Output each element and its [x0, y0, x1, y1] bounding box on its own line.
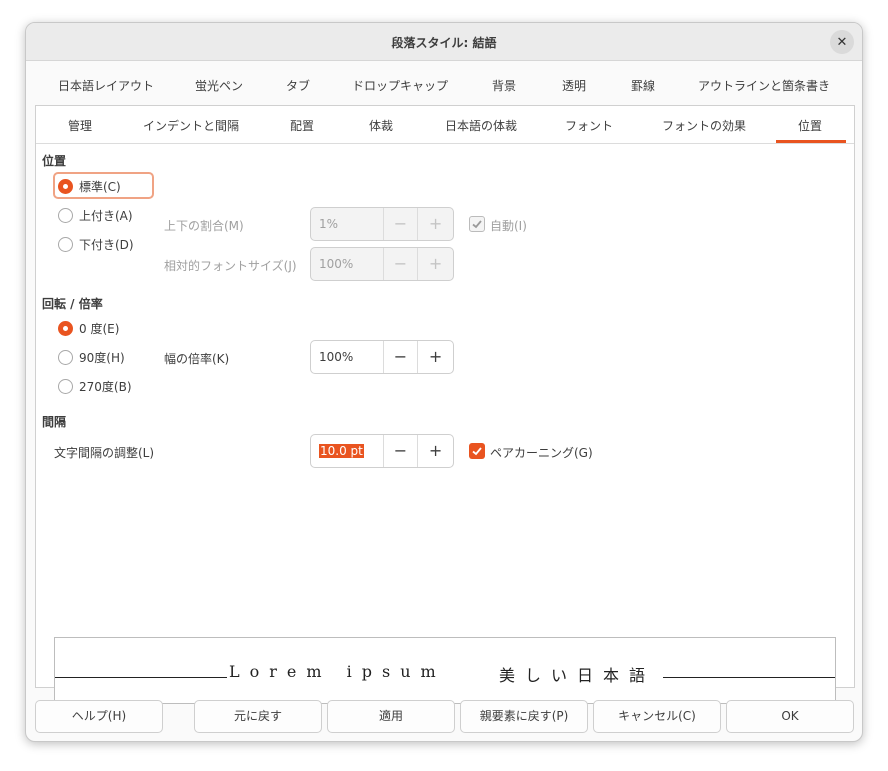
preview-baseline-left — [55, 677, 227, 678]
raise-lower-label: 上下の割合(M) — [164, 219, 244, 233]
character-spacing-label: 文字間隔の調整(L) — [54, 446, 155, 460]
radio-rotate-270[interactable]: 270度(B) — [58, 375, 132, 397]
radio-subscript[interactable]: 下付き(D) — [58, 233, 134, 255]
tab-organizer[interactable]: 管理 — [68, 117, 92, 134]
tab-tabs[interactable]: タブ — [286, 77, 310, 94]
close-button[interactable]: ✕ — [830, 30, 854, 54]
radio-superscript[interactable]: 上付き(A) — [58, 204, 133, 226]
tab-asian-layout[interactable]: 日本語の体裁 — [445, 117, 517, 134]
ok-button[interactable]: OK — [726, 700, 854, 733]
tab-outline-list[interactable]: アウトラインと箇条書き — [698, 77, 830, 94]
radio-rotate-0-label: 0 度(E) — [79, 321, 120, 336]
check-icon — [472, 447, 482, 456]
scale-width-value[interactable]: 100% — [311, 341, 384, 373]
rotation-heading: 回転 / 倍率 — [42, 297, 103, 311]
radio-rotate-90-indicator — [58, 349, 73, 365]
spacing-heading: 間隔 — [42, 415, 67, 429]
reset-button[interactable]: 元に戻す — [194, 700, 322, 733]
relative-font-size-increment-button[interactable]: + — [418, 248, 453, 280]
automatic-checkbox[interactable] — [469, 216, 485, 232]
tab-panel: 管理 インデントと間隔 配置 体裁 日本語の体裁 フォント フォントの効果 位置… — [35, 105, 855, 704]
character-spacing-spinbox[interactable]: 10.0 pt − + — [310, 434, 454, 468]
scale-width-spinbox[interactable]: 100% − + — [310, 340, 454, 374]
radio-rotate-0-indicator — [58, 320, 73, 336]
preview-latin-text: Lorem ipsum — [229, 662, 446, 681]
cancel-button[interactable]: キャンセル(C) — [593, 700, 721, 733]
relative-font-size-value[interactable]: 100% — [311, 248, 384, 280]
tab-row-1: 日本語レイアウト 蛍光ペン タブ ドロップキャップ 背景 透明 罫線 アウトライ… — [26, 67, 862, 103]
relative-font-size-decrement-button[interactable]: − — [384, 248, 419, 280]
automatic-label: 自動(I) — [490, 219, 527, 233]
character-spacing-value: 10.0 pt — [319, 444, 364, 458]
radio-rotate-90[interactable]: 90度(H) — [58, 346, 125, 368]
tab-font[interactable]: フォント — [565, 117, 613, 134]
radio-rotate-90-label: 90度(H) — [79, 350, 125, 365]
active-tab-indicator — [776, 140, 846, 143]
radio-normal-indicator — [58, 178, 73, 194]
tab-font-effects[interactable]: フォントの効果 — [662, 117, 746, 134]
tab-row-2: 管理 インデントと間隔 配置 体裁 日本語の体裁 フォント フォントの効果 位置 — [36, 106, 854, 144]
tab-text-flow[interactable]: 体裁 — [369, 117, 393, 134]
pair-kerning-label: ペアカーニング(G) — [490, 446, 593, 460]
character-spacing-increment-button[interactable]: + — [418, 435, 453, 467]
tab-indents-spacing[interactable]: インデントと間隔 — [143, 117, 239, 134]
tab-borders[interactable]: 罫線 — [631, 77, 655, 94]
tab-area[interactable]: 背景 — [492, 77, 516, 94]
radio-superscript-label: 上付き(A) — [79, 208, 133, 223]
standard-button[interactable]: 親要素に戻す(P) — [460, 700, 588, 733]
tab-position[interactable]: 位置 — [798, 117, 822, 134]
preview-asian-text: 美しい日本語 — [499, 666, 656, 685]
title-bar: 段落スタイル: 結語 ✕ — [26, 23, 862, 61]
position-heading: 位置 — [42, 154, 67, 168]
preview-baseline-right — [663, 677, 835, 678]
scale-width-label: 幅の倍率(K) — [164, 352, 230, 366]
character-spacing-value-field[interactable]: 10.0 pt — [311, 435, 384, 467]
apply-button[interactable]: 適用 — [327, 700, 455, 733]
preview-area: Lorem ipsum 美しい日本語 — [54, 637, 836, 704]
radio-rotate-270-indicator — [58, 378, 73, 394]
close-icon: ✕ — [836, 34, 848, 50]
raise-lower-increment-button[interactable]: + — [418, 208, 453, 240]
tab-transparency[interactable]: 透明 — [562, 77, 586, 94]
radio-rotate-0[interactable]: 0 度(E) — [58, 317, 119, 339]
radio-normal-label: 標準(C) — [79, 179, 121, 194]
check-icon — [472, 220, 482, 229]
scale-width-decrement-button[interactable]: − — [384, 341, 419, 373]
raise-lower-spinbox[interactable]: 1% − + — [310, 207, 454, 241]
radio-rotate-270-label: 270度(B) — [79, 379, 132, 394]
pair-kerning-checkbox[interactable] — [469, 443, 485, 459]
radio-subscript-indicator — [58, 236, 73, 252]
tab-drop-caps[interactable]: ドロップキャップ — [352, 77, 448, 94]
raise-lower-value[interactable]: 1% — [311, 208, 384, 240]
scale-width-increment-button[interactable]: + — [418, 341, 453, 373]
raise-lower-decrement-button[interactable]: − — [384, 208, 419, 240]
radio-subscript-label: 下付き(D) — [79, 237, 134, 252]
tab-alignment[interactable]: 配置 — [290, 117, 314, 134]
paragraph-style-dialog: 段落スタイル: 結語 ✕ 日本語レイアウト 蛍光ペン タブ ドロップキャップ 背… — [25, 22, 863, 742]
radio-normal[interactable]: 標準(C) — [58, 175, 121, 197]
radio-superscript-indicator — [58, 207, 73, 223]
relative-font-size-label: 相対的フォントサイズ(J) — [164, 259, 297, 273]
tab-highlighting[interactable]: 蛍光ペン — [195, 77, 243, 94]
help-button[interactable]: ヘルプ(H) — [35, 700, 163, 733]
relative-font-size-spinbox[interactable]: 100% − + — [310, 247, 454, 281]
dialog-title: 段落スタイル: 結語 — [391, 36, 497, 50]
tab-asian-typography[interactable]: 日本語レイアウト — [58, 77, 154, 94]
character-spacing-decrement-button[interactable]: − — [384, 435, 419, 467]
